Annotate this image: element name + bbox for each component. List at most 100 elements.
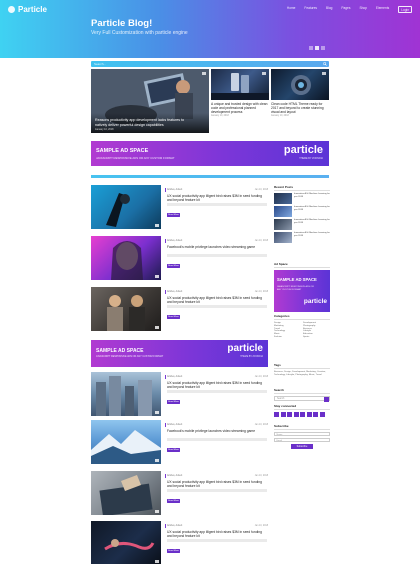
read-more-button[interactable]: Read More [167, 213, 180, 217]
sidebar-ad-banner[interactable]: SAMPLE AD SPACE JAVASCRIPT RESPONSIVE AD… [274, 270, 330, 312]
category-link[interactable]: Travel [274, 328, 301, 330]
name-field[interactable]: Name [274, 432, 330, 436]
facebook-icon[interactable] [274, 412, 279, 417]
post-item[interactable]: Articles, Advert Jan 10, 2018 UX social … [91, 185, 268, 231]
post-thumbnail[interactable] [91, 372, 161, 416]
recent-post-item[interactable]: Innovative AI & Machine Learning for you… [274, 232, 330, 243]
read-more-button[interactable]: Read More [167, 400, 180, 404]
featured-side-post-2[interactable]: Clean code HTML Theme ready for 2017 and… [271, 69, 329, 117]
post-date: Jan 10, 2018 [254, 475, 268, 477]
sidebar-search-input[interactable]: Search [274, 396, 330, 402]
featured-main-title[interactable]: Reasons productivity app development lac… [95, 118, 195, 127]
list-view-icon[interactable] [315, 46, 319, 50]
post-thumbnail[interactable] [91, 236, 161, 280]
nav-item-blog[interactable]: Blog [326, 6, 332, 13]
recent-post-item[interactable]: Innovative AI & Machine Learning for you… [274, 219, 330, 230]
tag-cloud[interactable]: Business, Design, Development, Marketing… [274, 371, 330, 377]
google-plus-icon[interactable] [287, 412, 292, 417]
layout-view-icon[interactable] [321, 46, 325, 50]
category-link[interactable]: Sports [303, 336, 330, 338]
post-item[interactable]: Articles, Advert Jan 10, 2018 Facebook's… [91, 420, 268, 466]
search-icon[interactable] [324, 397, 329, 402]
search-icon[interactable] [323, 62, 327, 66]
post-title[interactable]: Facebook's mobile privilege launches vid… [167, 429, 267, 433]
category-link[interactable]: Development [303, 322, 330, 324]
read-more-button[interactable]: Read More [167, 448, 180, 452]
ad-brand-sub: THEME BY ZOONDIA [299, 157, 323, 160]
post-title[interactable]: UX social productivity app illigent bird… [167, 296, 267, 304]
main-nav: Home Features Blog Pages Shop Elements L… [287, 6, 412, 13]
nav-item-pages[interactable]: Pages [341, 6, 350, 13]
category-link[interactable]: Education [303, 333, 330, 335]
nav-item-features[interactable]: Features [304, 6, 317, 13]
nav-item-home[interactable]: Home [287, 6, 296, 13]
pinterest-icon[interactable] [306, 412, 312, 417]
subscribe-button[interactable]: Subscribe [291, 444, 313, 449]
category-link[interactable]: Music [274, 333, 301, 335]
category-link[interactable]: Photography [303, 325, 330, 327]
post-item[interactable]: Articles, Advert Jan 10, 2018 UX social … [91, 372, 268, 418]
category-link[interactable]: Technology [274, 330, 301, 332]
grid-view-icon[interactable] [309, 46, 313, 50]
read-more-button[interactable]: Read More [167, 499, 180, 503]
youtube-icon[interactable] [313, 412, 318, 417]
category-link[interactable]: Marketing [274, 325, 301, 327]
logo-icon [8, 6, 15, 13]
post-category[interactable]: Articles, Advert [167, 376, 182, 378]
featured-side-title-2[interactable]: Clean code HTML Theme ready for 2017 and… [271, 102, 329, 114]
rss-icon[interactable] [319, 412, 325, 417]
nav-item-elements[interactable]: Elements [376, 6, 389, 13]
ad-brand: particle [283, 144, 323, 156]
post-title[interactable]: UX social productivity app illigent bird… [167, 381, 267, 389]
login-button[interactable]: Login [398, 6, 412, 13]
nav-item-shop[interactable]: Shop [359, 6, 366, 13]
read-more-button[interactable]: Read More [167, 264, 180, 268]
featured-side-post-1[interactable]: A unique and trusted design with clean c… [211, 69, 269, 117]
post-thumbnail[interactable] [91, 185, 161, 229]
instagram-icon[interactable] [300, 412, 305, 417]
read-more-button[interactable]: Read More [167, 549, 180, 553]
email-placeholder: Email [276, 439, 282, 442]
post-title[interactable]: UX social productivity app illigent bird… [167, 480, 267, 488]
section-divider [91, 175, 329, 178]
twitter-icon[interactable] [280, 412, 286, 417]
category-link[interactable]: Fashion [274, 336, 301, 338]
featured-side-image-1 [211, 69, 269, 100]
post-category[interactable]: Articles, Advert [167, 525, 182, 527]
ad-banner-middle[interactable]: SAMPLE AD SPACE JAVASCRIPT RESPONSIVE AD… [91, 340, 268, 367]
recent-post-item[interactable]: Innovative AI & Machine Learning for you… [274, 193, 330, 204]
post-category[interactable]: Articles, Advert [167, 475, 182, 477]
email-field[interactable]: Email [274, 438, 330, 442]
post-item[interactable]: Articles, Advert Jan 10, 2018 UX social … [91, 287, 268, 333]
recent-post-item[interactable]: Innovative AI & Machine Learning for you… [274, 206, 330, 217]
post-item[interactable]: Articles, Advert Jan 10, 2018 Facebook's… [91, 236, 268, 282]
featured-side-title-1[interactable]: A unique and trusted design with clean c… [211, 102, 269, 114]
post-item[interactable]: Articles, Advert Jan 10, 2018 UX social … [91, 521, 268, 564]
ad-banner-top[interactable]: SAMPLE AD SPACE JAVASCRIPT RESPONSIVE AD… [91, 141, 329, 166]
recent-post-title[interactable]: Innovative AI & Machine Learning for you… [294, 232, 330, 243]
name-placeholder: Name [276, 433, 283, 436]
post-category[interactable]: Articles, Advert [167, 240, 182, 242]
post-thumbnail[interactable] [91, 521, 161, 564]
category-link[interactable]: Design [274, 322, 301, 324]
post-item[interactable]: Articles, Advert Jan 10, 2018 UX social … [91, 471, 268, 517]
post-title[interactable]: UX social productivity app illigent bird… [167, 530, 267, 538]
linkedin-icon[interactable] [293, 412, 299, 417]
recent-post-title[interactable]: Innovative AI & Machine Learning for you… [294, 219, 330, 230]
featured-main-post[interactable]: Reasons productivity app development lac… [91, 69, 209, 133]
post-title[interactable]: UX social productivity app illigent bird… [167, 194, 267, 202]
recent-post-title[interactable]: Innovative AI & Machine Learning for you… [294, 206, 330, 217]
video-icon [155, 275, 159, 278]
post-category[interactable]: Articles, Advert [167, 424, 182, 426]
recent-post-title[interactable]: Innovative AI & Machine Learning for you… [294, 193, 330, 204]
read-more-button[interactable]: Read More [167, 315, 180, 319]
post-category[interactable]: Articles, Advert [167, 189, 182, 191]
post-thumbnail[interactable] [91, 287, 161, 331]
post-title[interactable]: Facebook's mobile privilege launches vid… [167, 245, 267, 249]
post-category[interactable]: Articles, Advert [167, 291, 182, 293]
post-thumbnail[interactable] [91, 420, 161, 464]
post-thumbnail[interactable] [91, 471, 161, 515]
search-bar[interactable]: Search... [91, 61, 329, 67]
logo[interactable]: Particle [8, 5, 47, 14]
category-marker [165, 474, 166, 478]
